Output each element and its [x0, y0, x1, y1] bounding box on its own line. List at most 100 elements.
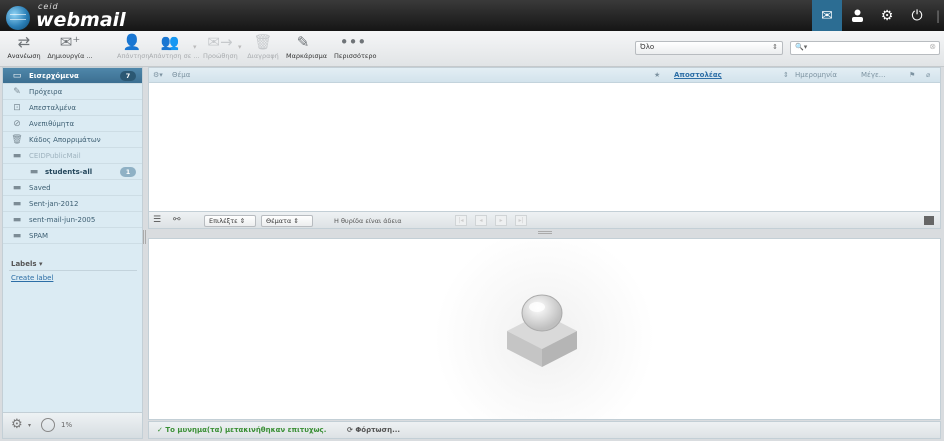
- attachment-icon[interactable]: ⌀: [926, 71, 930, 79]
- loading-text: Φόρτωση...: [355, 426, 401, 434]
- quota-text: 1%: [61, 421, 73, 429]
- first-page-icon[interactable]: |◂: [455, 215, 467, 226]
- top-bar-divider: |: [935, 8, 941, 23]
- threads-dropdown[interactable]: Θέματα ⇕: [261, 215, 313, 227]
- top-bar: ceid webmail ✉ ⚙ ⏻ |: [0, 0, 944, 31]
- select-arrows-icon: ⇕: [293, 217, 299, 225]
- unread-count-badge: 7: [120, 71, 136, 81]
- refresh-button[interactable]: ⇄ Ανανέωση: [6, 33, 42, 65]
- folder-label: CEIDPublicMail: [29, 151, 81, 160]
- search-input[interactable]: 🔍▾ ⊗: [790, 41, 940, 55]
- preview-toggle-icon[interactable]: [924, 216, 934, 225]
- compose-icon: ✉⁺: [59, 33, 81, 51]
- reply-all-button[interactable]: 👥 Απάντηση σε ...: [149, 33, 200, 65]
- reply-all-icon: 👥: [160, 33, 180, 51]
- column-size[interactable]: Μέγε...: [861, 71, 885, 79]
- folder-label: Πρόχειρα: [29, 87, 63, 96]
- folder-label: students-all: [45, 167, 93, 176]
- unread-count-badge: 1: [120, 167, 136, 177]
- filter-value: Όλο: [640, 43, 655, 51]
- forward-button[interactable]: ✉→ Προώθηση: [203, 33, 238, 65]
- select-arrows-icon: ⇕: [772, 43, 778, 51]
- forward-dropdown-icon[interactable]: ▾: [238, 43, 242, 51]
- flag-icon[interactable]: ⚑: [909, 71, 915, 79]
- create-label-link[interactable]: Create label: [11, 274, 53, 282]
- flag-star-icon[interactable]: ★: [654, 71, 660, 79]
- reply-icon: 👤: [122, 33, 142, 51]
- select-dropdown[interactable]: Επιλέξτε ⇕: [204, 215, 256, 227]
- refresh-label: Ανανέωση: [7, 52, 41, 60]
- compose-button[interactable]: ✉⁺ Δημιουργία ...: [46, 33, 94, 65]
- folder-trash[interactable]: 🗑 Κάδος Απορριμάτων: [3, 132, 142, 148]
- user-icon[interactable]: [842, 0, 872, 31]
- more-button[interactable]: ••• Περισσότερο: [334, 33, 377, 65]
- column-sender[interactable]: Αποστολέας: [674, 71, 722, 79]
- list-options-icon[interactable]: ⚙▾: [153, 71, 163, 79]
- folder-icon: ▬: [12, 198, 22, 209]
- folder-sent-jan-2012[interactable]: ▬ Sent-jan-2012: [3, 196, 142, 212]
- folder-sent-mail-jun-2005[interactable]: ▬ sent-mail-jun-2005: [3, 212, 142, 228]
- folder-label: SPAM: [29, 231, 49, 240]
- folder-icon: ▬: [29, 166, 39, 177]
- folder-sidebar: ▭ Εισερχόμενα 7 ✎ Πρόχειρα ⊡ Απεσταλμένα…: [2, 67, 143, 439]
- folder-icon: ▬: [12, 150, 22, 161]
- folder-drafts[interactable]: ✎ Πρόχειρα: [3, 84, 142, 100]
- clear-search-icon[interactable]: ⊗: [929, 42, 936, 51]
- user-glyph: [851, 9, 863, 22]
- folder-spam[interactable]: ▬ SPAM: [3, 228, 142, 244]
- reply-label: Απάντηση: [117, 52, 150, 60]
- quota-icon: [41, 418, 55, 432]
- select-arrows-icon: ⇕: [239, 217, 246, 225]
- folder-settings-icon[interactable]: ⚙: [11, 417, 23, 432]
- reply-all-dropdown-icon[interactable]: ▾: [193, 43, 197, 51]
- folder-sent[interactable]: ⊡ Απεσταλμένα: [3, 100, 142, 116]
- search-icon[interactable]: 🔍▾: [795, 43, 807, 51]
- folder-students-all[interactable]: ▬ students-all 1: [3, 164, 142, 180]
- pencil-icon: ✎: [296, 33, 310, 51]
- delete-button[interactable]: 🗑 Διαγραφή: [246, 33, 280, 65]
- threads-toggle-icon[interactable]: ⚯: [173, 215, 181, 225]
- junk-icon: ⊘: [13, 118, 21, 129]
- sent-icon: ⊡: [13, 102, 21, 113]
- webmail-logo[interactable]: ceid webmail: [6, 2, 136, 31]
- column-date[interactable]: Ημερομηνία: [795, 71, 837, 79]
- pane-splitter[interactable]: [538, 231, 552, 234]
- folder-ceidpublicmail[interactable]: ▬ CEIDPublicMail: [3, 148, 142, 164]
- last-page-icon[interactable]: ▸|: [515, 215, 527, 226]
- folder-saved[interactable]: ▬ Saved: [3, 180, 142, 196]
- select-value: Επιλέξτε: [209, 217, 238, 225]
- filter-select[interactable]: Όλο ⇕: [635, 41, 783, 55]
- compose-label: Δημιουργία ...: [47, 52, 93, 60]
- sidebar-resize-handle[interactable]: [143, 230, 146, 244]
- next-page-icon[interactable]: ▸: [495, 215, 507, 226]
- mail-icon[interactable]: ✉: [812, 0, 842, 31]
- reply-button[interactable]: 👤 Απάντηση: [117, 33, 150, 65]
- forward-icon: ✉→: [207, 33, 233, 51]
- folder-label: Sent-jan-2012: [29, 199, 79, 208]
- labels-header[interactable]: Labels ▾: [11, 260, 42, 268]
- status-success: ✓ Το μυνημα(τα) μετακινήθηκαν επιτυχως.: [157, 426, 327, 434]
- sort-arrows-icon[interactable]: ⇕: [783, 71, 789, 79]
- column-subject[interactable]: Θέμα: [172, 71, 190, 79]
- refresh-icon: ⇄: [17, 33, 31, 51]
- top-nav: ✉ ⚙ ⏻ |: [812, 0, 944, 31]
- chevron-down-icon: ▾: [38, 260, 43, 268]
- gear-icon[interactable]: ⚙: [872, 0, 902, 31]
- chevron-down-icon[interactable]: ▾: [28, 422, 31, 429]
- labels-divider: [9, 270, 137, 271]
- power-icon[interactable]: ⏻: [902, 0, 932, 31]
- previous-page-icon[interactable]: ◂: [475, 215, 487, 226]
- mark-button[interactable]: ✎ Μαρκάρισμα: [286, 33, 327, 65]
- folder-inbox[interactable]: ▭ Εισερχόμενα 7: [3, 68, 142, 84]
- folder-icon: ▬: [12, 182, 22, 193]
- more-label: Περισσότερο: [334, 52, 377, 60]
- folder-label: Εισερχόμενα: [29, 71, 79, 80]
- list-header: ⚙▾ Θέμα ★ Αποστολέας ⇕ Ημερομηνία Μέγε..…: [149, 68, 940, 83]
- message-list: ⚙▾ Θέμα ★ Αποστολέας ⇕ Ημερομηνία Μέγε..…: [148, 67, 941, 229]
- folder-junk[interactable]: ⊘ Ανεπιθύμητα: [3, 116, 142, 132]
- status-loading: ⟳ Φόρτωση...: [347, 426, 401, 434]
- trash-icon: 🗑: [253, 33, 273, 51]
- folder-label: Απεσταλμένα: [29, 103, 76, 112]
- list-view-icon[interactable]: ☰: [153, 215, 161, 225]
- folder-label: Saved: [29, 183, 51, 192]
